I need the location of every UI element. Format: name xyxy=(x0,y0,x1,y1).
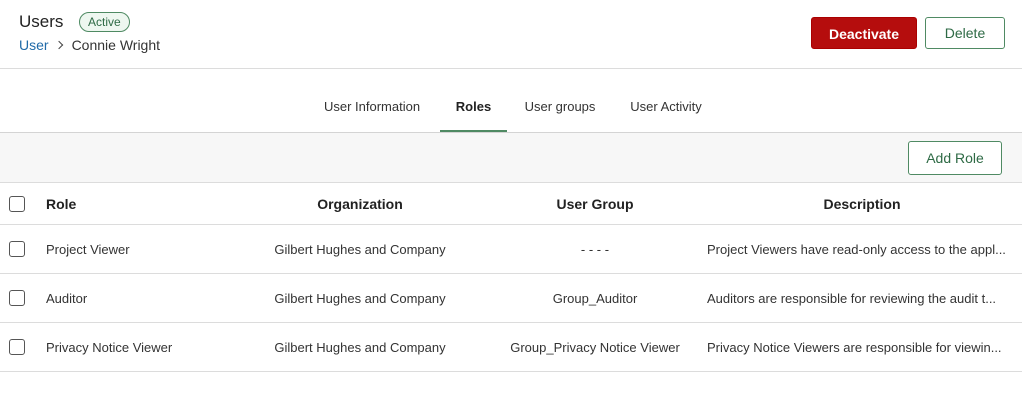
tab-user-information[interactable]: User Information xyxy=(308,83,436,131)
user-group-cell: Group_Auditor xyxy=(552,290,638,306)
table-row[interactable]: Project Viewer Gilbert Hughes and Compan… xyxy=(0,225,1022,274)
description-text: Privacy Notice Viewers are responsible f… xyxy=(707,339,1002,355)
roles-table: Role Organization User Group Description… xyxy=(0,183,1022,372)
role-cell: Auditor xyxy=(46,290,88,306)
column-header-user-group[interactable]: User Group xyxy=(495,183,695,224)
table-row[interactable]: Privacy Notice Viewer Gilbert Hughes and… xyxy=(0,323,1022,372)
description-text: Project Viewers have read-only access to… xyxy=(707,241,1006,257)
deactivate-button[interactable]: Deactivate xyxy=(811,17,917,49)
role-cell: Project Viewer xyxy=(46,241,130,257)
select-all-checkbox[interactable] xyxy=(9,195,25,212)
table-toolbar: Add Role xyxy=(0,133,1022,183)
add-role-button[interactable]: Add Role xyxy=(908,141,1002,175)
tab-user-groups[interactable]: User groups xyxy=(512,83,608,131)
row-select-cell xyxy=(8,225,26,273)
status-badge: Active xyxy=(79,12,130,32)
page-header: Users Active User Connie Wright Deactiva… xyxy=(0,0,1022,69)
organization-cell: Gilbert Hughes and Company xyxy=(274,290,446,306)
description-cell: Auditors are responsible for reviewing t… xyxy=(707,274,1022,322)
description-cell: Project Viewers have read-only access to… xyxy=(707,225,1022,273)
row-checkbox[interactable] xyxy=(9,290,25,306)
tab-bar: User Information Roles User groups User … xyxy=(0,83,1022,133)
table-header-row: Role Organization User Group Description xyxy=(0,183,1022,225)
breadcrumb: User Connie Wright xyxy=(19,37,160,53)
user-group-cell: Group_Privacy Notice Viewer xyxy=(510,339,680,355)
row-checkbox[interactable] xyxy=(9,241,25,257)
user-group-cell: - - - - xyxy=(580,241,610,257)
breadcrumb-user-link[interactable]: User xyxy=(19,37,49,53)
delete-button[interactable]: Delete xyxy=(925,17,1005,49)
tab-user-activity[interactable]: User Activity xyxy=(616,83,716,131)
row-select-cell xyxy=(8,274,26,322)
row-checkbox[interactable] xyxy=(9,339,25,355)
description-cell: Privacy Notice Viewers are responsible f… xyxy=(707,323,1022,371)
page-title: Users xyxy=(19,12,64,31)
organization-cell: Gilbert Hughes and Company xyxy=(274,241,446,257)
column-header-organization[interactable]: Organization xyxy=(250,183,470,224)
description-text: Auditors are responsible for reviewing t… xyxy=(707,290,997,306)
column-header-role[interactable]: Role xyxy=(46,183,246,224)
row-select-cell xyxy=(8,323,26,371)
table-row[interactable]: Auditor Gilbert Hughes and Company Group… xyxy=(0,274,1022,323)
organization-cell: Gilbert Hughes and Company xyxy=(274,339,446,355)
role-cell: Privacy Notice Viewer xyxy=(46,339,173,355)
column-header-description[interactable]: Description xyxy=(702,183,1022,224)
select-all-cell xyxy=(8,183,26,224)
breadcrumb-current: Connie Wright xyxy=(71,37,161,53)
chevron-right-icon xyxy=(56,39,64,51)
tab-roles[interactable]: Roles xyxy=(440,83,507,132)
